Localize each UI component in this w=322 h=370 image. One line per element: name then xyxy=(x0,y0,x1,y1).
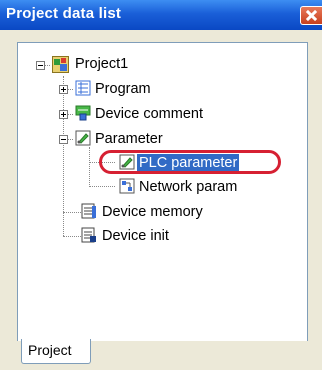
tree-line xyxy=(89,186,115,187)
tab-project-label: Project xyxy=(28,342,72,358)
expand-toggle-device-comment[interactable] xyxy=(59,110,68,119)
tree-item-project1[interactable]: Project1 xyxy=(75,55,128,73)
tree-item-device-comment[interactable]: Device comment xyxy=(95,105,203,123)
collapse-toggle-project1[interactable] xyxy=(36,61,45,70)
tree-item-device-memory[interactable]: Device memory xyxy=(102,203,203,221)
tab-project[interactable]: Project xyxy=(21,339,91,364)
expand-toggle-program[interactable] xyxy=(59,85,68,94)
close-button[interactable] xyxy=(300,6,322,25)
tree-item-device-init[interactable]: Device init xyxy=(102,227,169,245)
tree-line xyxy=(63,212,81,213)
highlight-ring xyxy=(99,150,281,174)
device-init-icon xyxy=(81,227,97,243)
collapse-toggle-parameter[interactable] xyxy=(59,135,68,144)
parameter-icon xyxy=(75,130,91,146)
device-comment-icon xyxy=(75,105,91,121)
tree-item-program[interactable]: Program xyxy=(95,80,151,98)
program-icon xyxy=(75,80,91,96)
project-tree[interactable]: Project1 Program Device comment Paramete… xyxy=(17,42,308,342)
device-memory-icon xyxy=(81,203,97,219)
title-bar: Project data list xyxy=(0,0,322,30)
tree-item-network-param[interactable]: Network param xyxy=(139,178,237,196)
project-icon xyxy=(52,56,69,73)
tree-item-parameter[interactable]: Parameter xyxy=(95,130,163,148)
tree-line xyxy=(89,147,90,187)
network-param-icon xyxy=(119,178,135,194)
window-title: Project data list xyxy=(6,5,122,22)
tree-line xyxy=(63,236,81,237)
